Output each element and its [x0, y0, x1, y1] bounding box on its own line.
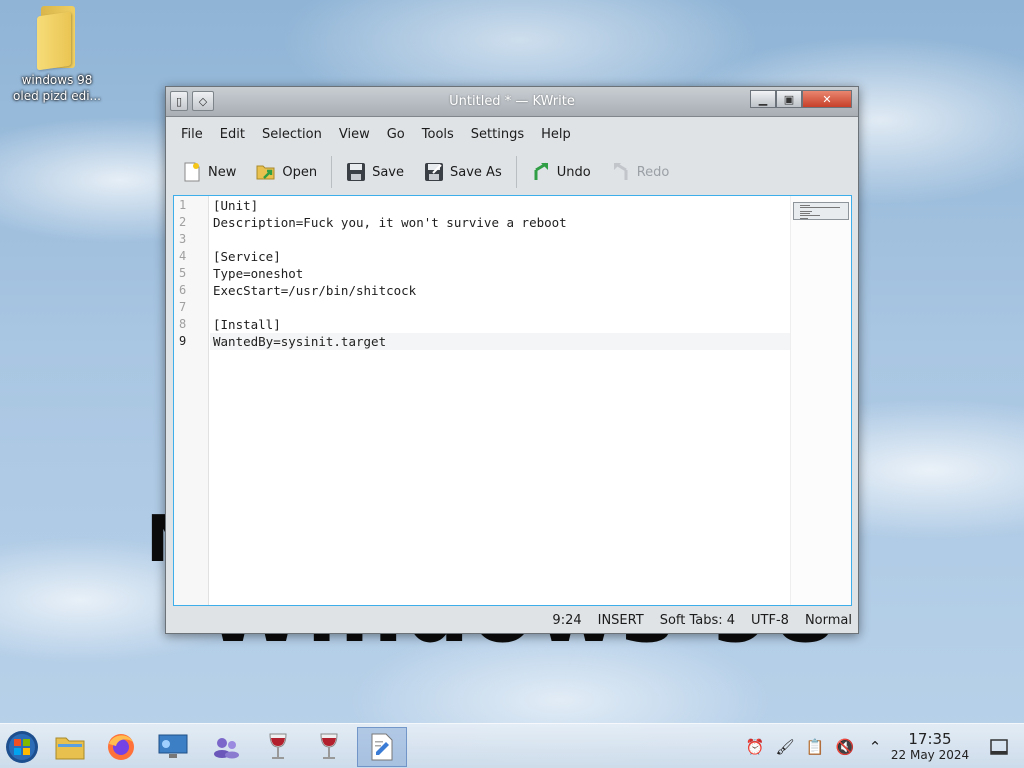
- start-orb-icon: [6, 731, 38, 763]
- undo-button[interactable]: Undo: [531, 162, 591, 182]
- menu-go[interactable]: Go: [380, 127, 412, 142]
- clock[interactable]: 17:35 22 May 2024: [884, 731, 976, 763]
- new-label: New: [208, 164, 237, 180]
- save-icon: [346, 162, 366, 182]
- redo-label: Redo: [636, 164, 670, 180]
- line-number: 7: [179, 300, 187, 314]
- open-label: Open: [282, 164, 318, 180]
- code-line[interactable]: [210, 299, 790, 316]
- desktop-folder-icon[interactable]: windows 98 oled pizd edi...: [8, 6, 106, 104]
- volume-muted-icon[interactable]: 🔇: [834, 736, 856, 758]
- code-line-current[interactable]: WantedBy=sysinit.target: [210, 333, 790, 350]
- menu-tools[interactable]: Tools: [415, 127, 461, 142]
- code-line[interactable]: Description=Fuck you, it won't survive a…: [210, 214, 790, 231]
- code-area[interactable]: [Unit] Description=Fuck you, it won't su…: [210, 196, 790, 350]
- settings-monitor-icon: [158, 734, 188, 758]
- code-line[interactable]: [Unit]: [210, 197, 790, 214]
- taskbar-wine-2[interactable]: [306, 727, 352, 767]
- taskbar-app-purple[interactable]: [203, 727, 249, 767]
- wine-glass-icon: [320, 733, 338, 759]
- menu-view[interactable]: View: [332, 127, 377, 142]
- line-number: 1: [179, 198, 187, 212]
- indentation-setting[interactable]: Soft Tabs: 4: [660, 613, 735, 628]
- taskbar-file-manager[interactable]: [47, 727, 93, 767]
- line-number: 3: [179, 232, 187, 246]
- save-as-button[interactable]: Save As: [424, 162, 502, 182]
- maximize-icon: ▣: [783, 92, 795, 106]
- taskbar: ⏰ 🖌 📋 🔇 ⌃ 17:35 22 May 2024: [0, 723, 1024, 768]
- show-desktop-button[interactable]: [986, 727, 1012, 767]
- encoding-setting[interactable]: UTF-8: [751, 613, 789, 628]
- undo-label: Undo: [556, 164, 591, 180]
- wine-glass-icon: [269, 733, 287, 759]
- folder-icon: [55, 737, 85, 760]
- line-number: 4: [179, 249, 187, 263]
- minimize-button[interactable]: ▁: [750, 90, 776, 108]
- input-mode[interactable]: INSERT: [598, 613, 644, 628]
- code-line[interactable]: [Service]: [210, 248, 790, 265]
- toolbar: New Open Save Save As Undo Redo: [166, 150, 858, 194]
- line-number: 5: [179, 266, 187, 280]
- start-button[interactable]: [0, 727, 44, 767]
- kwrite-icon: [371, 733, 393, 761]
- toolbar-separator: [331, 156, 333, 188]
- menu-file[interactable]: File: [174, 127, 210, 142]
- people-icon: [214, 738, 239, 759]
- clock-date: 22 May 2024: [890, 748, 970, 762]
- folder-icon: [35, 6, 79, 71]
- code-line[interactable]: [210, 231, 790, 248]
- minimize-icon: ▁: [758, 92, 768, 106]
- syntax-mode[interactable]: Normal: [805, 613, 852, 628]
- menu-settings[interactable]: Settings: [464, 127, 531, 142]
- line-number: 2: [179, 215, 187, 229]
- menu-help[interactable]: Help: [534, 127, 578, 142]
- chevron-up-icon[interactable]: ⌃: [864, 736, 886, 758]
- title-bar[interactable]: ▯ ◇ Untitled * — KWrite ▁ ▣ ✕: [166, 87, 858, 117]
- desktop-icon-label-line1: windows 98: [21, 73, 93, 87]
- show-desktop-icon: [990, 739, 1008, 755]
- close-icon: ✕: [822, 92, 832, 106]
- new-button[interactable]: New: [182, 162, 236, 182]
- clipboard-paint-icon[interactable]: 🖌: [774, 736, 796, 758]
- notifications-icon[interactable]: ⏰: [744, 736, 766, 758]
- new-document-icon: [182, 162, 202, 182]
- clipboard-icon[interactable]: 📋: [804, 736, 826, 758]
- taskbar-system-settings[interactable]: [150, 727, 196, 767]
- code-line[interactable]: ExecStart=/usr/bin/shitcock: [210, 282, 790, 299]
- open-folder-icon: [256, 162, 276, 182]
- redo-arrow-icon: [611, 162, 631, 182]
- menu-edit[interactable]: Edit: [213, 127, 252, 142]
- line-number-gutter: 1 2 3 4 5 6 7 8 9: [174, 196, 209, 605]
- line-number: 6: [179, 283, 187, 297]
- close-button[interactable]: ✕: [802, 90, 852, 108]
- undo-arrow-icon: [531, 162, 551, 182]
- desktop-icon-label-line2: oled pizd edi...: [13, 89, 101, 103]
- save-as-label: Save As: [450, 164, 502, 180]
- cursor-position[interactable]: 9:24: [552, 613, 581, 628]
- taskbar-kwrite[interactable]: [357, 727, 407, 767]
- minimap[interactable]: [790, 196, 851, 605]
- toolbar-separator: [515, 156, 517, 188]
- code-line[interactable]: [Install]: [210, 316, 790, 333]
- taskbar-firefox[interactable]: [98, 727, 144, 767]
- menu-selection[interactable]: Selection: [255, 127, 329, 142]
- code-line[interactable]: Type=oneshot: [210, 265, 790, 282]
- minimap-viewport[interactable]: [793, 202, 849, 220]
- firefox-icon: [108, 734, 134, 760]
- line-number-current: 9: [179, 334, 187, 348]
- line-number: 8: [179, 317, 187, 331]
- system-tray: ⏰ 🖌 📋 🔇 ⌃: [740, 724, 890, 768]
- open-button[interactable]: Open: [256, 162, 317, 182]
- text-editor[interactable]: 1 2 3 4 5 6 7 8 9 [Unit] Description=Fuc…: [173, 195, 852, 606]
- kwrite-window: ▯ ◇ Untitled * — KWrite ▁ ▣ ✕ File Edit …: [165, 86, 859, 634]
- save-as-icon: [424, 162, 444, 182]
- save-label: Save: [372, 164, 405, 180]
- taskbar-wine-1[interactable]: [255, 727, 301, 767]
- maximize-button[interactable]: ▣: [776, 90, 802, 108]
- redo-button[interactable]: Redo: [611, 162, 670, 182]
- save-button[interactable]: Save: [346, 162, 404, 182]
- status-bar: 9:24 INSERT Soft Tabs: 4 UTF-8 Normal: [166, 609, 858, 631]
- menu-bar: File Edit Selection View Go Tools Settin…: [166, 118, 858, 150]
- clock-time: 17:35: [908, 730, 952, 748]
